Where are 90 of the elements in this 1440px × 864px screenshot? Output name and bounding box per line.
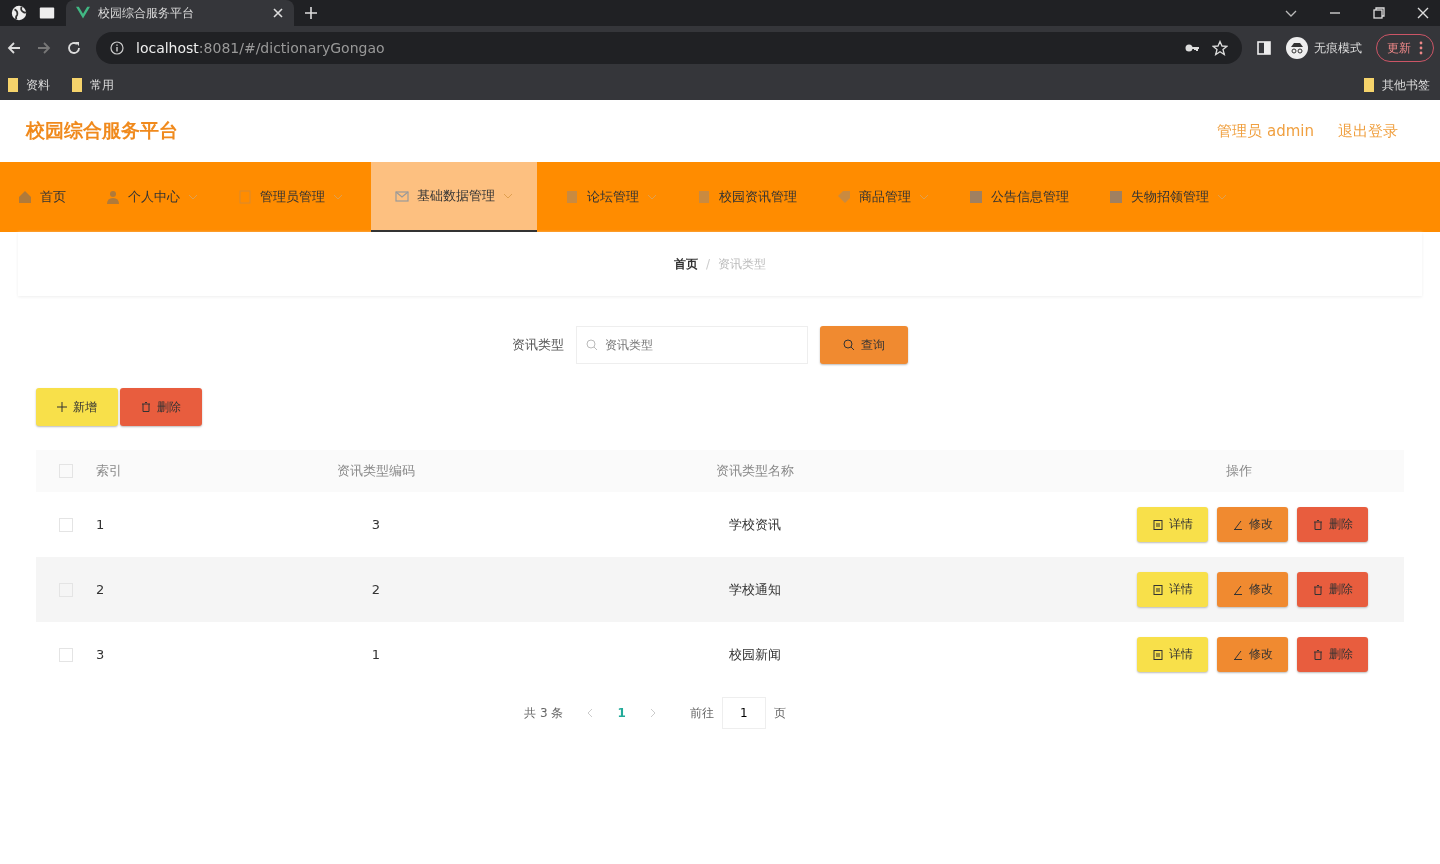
more-icon [1419, 41, 1423, 55]
reload-icon[interactable] [66, 40, 82, 56]
table-cell: 学校通知 [729, 581, 781, 597]
row-checkbox[interactable] [59, 517, 73, 532]
address-bar[interactable]: localhost:8081/#/dictionaryGongao [96, 32, 1242, 64]
page-input[interactable]: 1 [721, 697, 766, 729]
mail-icon [395, 189, 409, 203]
trash-icon [1312, 519, 1323, 530]
nav-menu-item[interactable]: 论坛管理 [553, 162, 669, 232]
restore-icon[interactable] [1372, 6, 1386, 20]
table-cell: 3 [96, 647, 105, 662]
folder-icon [1364, 78, 1374, 92]
browser-tab[interactable]: 校园综合服务平台 [66, 0, 294, 26]
globe-icon[interactable] [10, 4, 28, 22]
field-label: 资讯类型 [512, 336, 564, 354]
column-header: 资讯类型编码 [337, 463, 415, 478]
info-icon [110, 41, 124, 55]
table-cell: 1 [96, 517, 105, 532]
search-field[interactable]: 资讯类型 [576, 326, 808, 364]
pen-icon [1232, 584, 1243, 595]
column-header: 操作 [1226, 463, 1252, 478]
back-icon[interactable] [6, 40, 22, 56]
nav-menu-item[interactable]: 首页 [6, 162, 78, 232]
trash-icon [1312, 584, 1323, 595]
vue-logo-icon [76, 6, 90, 20]
edit-button[interactable]: 修改 [1217, 572, 1288, 607]
user-icon [106, 190, 120, 204]
column-header: 索引 [96, 463, 122, 478]
home-icon [18, 190, 32, 204]
close-icon[interactable] [272, 7, 284, 19]
edit-button[interactable]: 修改 [1217, 507, 1288, 542]
trash-icon [1312, 649, 1323, 660]
total-count: 共 3 条 [524, 704, 564, 722]
document-icon [1152, 584, 1163, 595]
nav-menu-item[interactable]: 个人中心 [94, 162, 210, 232]
delete-button[interactable]: 删除 [1297, 507, 1368, 542]
search-icon [586, 339, 598, 351]
detail-button[interactable]: 详情 [1137, 637, 1208, 672]
table-cell: 1 [371, 647, 381, 662]
table-cell: 2 [371, 582, 381, 597]
table-cell: 2 [96, 582, 105, 597]
plus-icon [57, 402, 67, 412]
edit-button[interactable]: 修改 [1217, 637, 1288, 672]
bookmark-folder[interactable]: 其他书签 [1364, 76, 1430, 94]
new-tab-icon[interactable] [304, 6, 318, 20]
table-cell: 3 [371, 517, 381, 532]
nav-menu-item[interactable]: 校园资讯管理 [685, 162, 809, 232]
nav-menu-item[interactable]: 失物招领管理 [1097, 162, 1239, 232]
forward-icon[interactable] [36, 40, 52, 56]
close-icon[interactable] [1416, 6, 1430, 20]
folder-icon [8, 78, 18, 92]
search-button[interactable]: 查询 [820, 326, 908, 364]
delete-button[interactable]: 删除 [1297, 637, 1368, 672]
table-cell: 学校资讯 [729, 516, 781, 532]
detail-button[interactable]: 详情 [1137, 572, 1208, 607]
pen-icon [1232, 519, 1243, 530]
breadcrumb-separator: / [705, 257, 710, 271]
goto-label: 前往 [689, 704, 714, 722]
star-icon[interactable] [1212, 40, 1228, 56]
document-icon [1152, 519, 1163, 530]
tag-icon [837, 190, 851, 204]
table-cell: 校园新闻 [729, 646, 781, 662]
column-header: 资讯类型名称 [716, 463, 794, 478]
side-panel-icon[interactable] [1256, 40, 1272, 56]
incognito-icon [1286, 37, 1308, 59]
document-icon [238, 190, 252, 204]
pen-icon [1232, 649, 1243, 660]
nav-menu-item[interactable]: 基础数据管理 [371, 162, 537, 232]
folder-icon [72, 78, 82, 92]
nav-menu-item[interactable]: 公告信息管理 [957, 162, 1081, 232]
delete-button[interactable]: 删除 [1297, 572, 1368, 607]
delete-button[interactable]: 删除 [120, 388, 202, 426]
breadcrumb-link[interactable]: 首页 [673, 255, 698, 273]
add-button[interactable]: 新增 [36, 388, 118, 426]
search-icon [843, 339, 855, 351]
site-title: 校园综合服务平台 [26, 118, 178, 143]
square-icon [1109, 190, 1123, 204]
bookmark-folder[interactable]: 常用 [72, 76, 114, 94]
user-label: 管理员 admin [1217, 121, 1314, 141]
bookmark-folder[interactable]: 资料 [8, 76, 50, 94]
page-number[interactable]: 1 [617, 706, 626, 720]
trash-icon [141, 402, 151, 412]
row-checkbox[interactable] [59, 647, 73, 662]
document-icon [1152, 649, 1163, 660]
nav-menu-item[interactable]: 管理员管理 [226, 162, 355, 232]
square-icon [969, 190, 983, 204]
detail-button[interactable]: 详情 [1137, 507, 1208, 542]
page-suffix: 页 [773, 704, 786, 722]
incognito-profile-button[interactable]: 无痕模式 [1286, 37, 1362, 59]
nav-menu-item[interactable]: 商品管理 [825, 162, 941, 232]
